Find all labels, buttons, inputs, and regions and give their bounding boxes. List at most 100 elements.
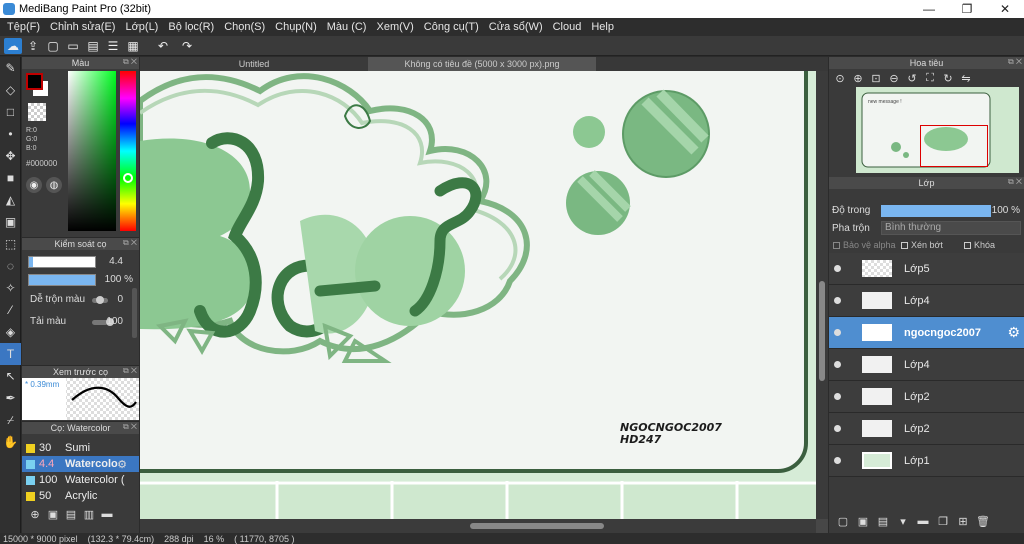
select-pen-icon[interactable]: ⁄ (0, 299, 21, 321)
menu-layer[interactable]: Lớp(L) (120, 21, 163, 33)
canvas-horizontal-scrollbar[interactable] (140, 519, 816, 533)
brush-item[interactable]: 30 Sumi (22, 440, 139, 456)
new-layer-8bit-icon[interactable]: ▣ (853, 513, 873, 529)
hand-icon[interactable]: ✋ (0, 431, 21, 453)
panel-window-icon[interactable]: ⧉ ✕ (123, 57, 137, 67)
zoom-fit-icon[interactable]: ⊙ (831, 70, 849, 86)
palette-icon[interactable]: ◉ (26, 177, 42, 193)
add-layer-menu-icon[interactable]: ▾ (893, 513, 913, 529)
new-brush-icon[interactable]: ▣ (44, 506, 62, 522)
brush-size-slider[interactable] (28, 256, 96, 268)
dot-icon[interactable]: • (0, 123, 21, 145)
new-layer-icon[interactable]: ▢ (833, 513, 853, 529)
comment-icon[interactable]: ▢ (44, 38, 62, 54)
add-brush-icon[interactable]: ⊕ (26, 506, 44, 522)
grid-icon[interactable]: ▦ (124, 38, 142, 54)
new-layer-1bit-icon[interactable]: ▤ (873, 513, 893, 529)
navigator-viewport-rect[interactable] (920, 125, 988, 167)
menu-file[interactable]: Tệp(F) (2, 21, 45, 33)
speech-bubble-icon[interactable]: ▭ (64, 38, 82, 54)
eyedropper-icon[interactable]: ⌿ (0, 409, 21, 431)
visibility-icon[interactable] (834, 425, 841, 432)
color-wheel-icon[interactable]: ◍ (46, 177, 62, 193)
layer-opacity-slider[interactable] (881, 205, 991, 217)
zoom-in-icon[interactable]: ⊕ (849, 70, 867, 86)
menu-help[interactable]: Help (586, 21, 619, 33)
layer-item[interactable]: Lớp4 (829, 285, 1024, 317)
gear-icon[interactable]: ⚙ (1007, 324, 1020, 341)
magic-wand-icon[interactable]: ✧ (0, 277, 21, 299)
operation-icon[interactable]: ↖ (0, 365, 21, 387)
layer-blend-select[interactable]: Bình thường (881, 221, 1021, 235)
navigator-preview[interactable]: new message ! (856, 87, 1019, 173)
panel-window-icon[interactable]: ⧉ ✕ (123, 366, 137, 376)
select-rect-icon[interactable]: ⬚ (0, 233, 21, 255)
dropper-icon[interactable]: ✒ (0, 387, 21, 409)
menu-select[interactable]: Chọn(S) (219, 21, 270, 33)
folder-icon[interactable]: ▬ (913, 513, 933, 529)
hue-knob[interactable] (123, 173, 133, 183)
maximize-button[interactable]: ❐ (948, 0, 986, 18)
undo-icon[interactable]: ↶ (152, 38, 174, 54)
tab-untitled[interactable]: Untitled (140, 57, 368, 71)
brush-control-scrollbar[interactable] (132, 288, 137, 338)
visibility-icon[interactable] (834, 361, 841, 368)
text-icon[interactable]: T (0, 343, 21, 365)
brush-item[interactable]: 100 Watercolor ( (22, 472, 139, 488)
eraser-icon[interactable]: ◇ (0, 79, 21, 101)
minimize-button[interactable]: — (910, 0, 948, 18)
visibility-icon[interactable] (834, 265, 841, 272)
transparent-color-swatch[interactable] (28, 103, 46, 121)
merge-layer-icon[interactable]: ⊞ (953, 513, 973, 529)
export-icon[interactable]: ⇪ (24, 38, 42, 54)
layer-item[interactable]: Lớp4 (829, 349, 1024, 381)
protect-alpha-checkbox[interactable]: Bảo vệ alpha (833, 240, 896, 250)
copy-brush-icon[interactable]: ▤ (62, 506, 80, 522)
close-button[interactable]: ✕ (986, 0, 1024, 18)
brush-item-selected[interactable]: 4.4 Watercolo ⚙ (22, 456, 139, 472)
clipping-checkbox[interactable]: Xén bớt (901, 240, 943, 250)
blend-knob[interactable] (96, 296, 104, 304)
visibility-icon[interactable] (834, 297, 841, 304)
foreground-color-swatch[interactable] (26, 73, 43, 90)
layer-item[interactable]: Lớp2 (829, 381, 1024, 413)
tab-active-document[interactable]: Không có tiêu đề (5000 x 3000 px).png (368, 57, 596, 71)
gear-icon[interactable]: ⚙ (117, 458, 127, 471)
delete-layer-icon[interactable]: 🗑 (973, 513, 993, 529)
flip-icon[interactable]: ⇋ (957, 70, 975, 86)
actual-size-icon[interactable]: ⊡ (867, 70, 885, 86)
redo-icon[interactable]: ↷ (176, 38, 198, 54)
visibility-icon[interactable] (834, 457, 841, 464)
menu-cloud[interactable]: Cloud (548, 21, 587, 33)
horizontal-scroll-thumb[interactable] (470, 523, 604, 529)
hue-slider[interactable] (120, 71, 136, 231)
brush-icon[interactable]: ✎ (0, 57, 21, 79)
layer-item-active[interactable]: ngocngoc2007 ⚙ (829, 317, 1024, 349)
saturation-value-picker[interactable] (68, 71, 116, 231)
canvas-vertical-scrollbar[interactable] (816, 71, 828, 519)
lasso-icon[interactable]: ◌ (0, 255, 21, 277)
folder-icon[interactable]: ▬ (98, 506, 116, 522)
canvas-artwork[interactable]: NGOCNGOC2007 HD247 (140, 71, 816, 519)
fit-window-icon[interactable]: ⛶ (921, 70, 939, 86)
brush-settings-icon[interactable]: ▥ (80, 506, 98, 522)
menu-tools[interactable]: Công cụ(T) (419, 21, 484, 33)
panel-window-icon[interactable]: ⧉ ✕ (1008, 177, 1022, 187)
vertical-scroll-thumb[interactable] (819, 281, 825, 381)
brush-item[interactable]: 50 Acrylic (22, 488, 139, 504)
panel-window-icon[interactable]: ⧉ ✕ (1008, 57, 1022, 67)
menu-color[interactable]: Màu (C) (322, 21, 372, 33)
rectangle-icon[interactable]: □ (0, 101, 21, 123)
menu-filter[interactable]: Bộ lọc(R) (163, 21, 219, 33)
page-icon[interactable]: ▤ (84, 38, 102, 54)
menu-edit[interactable]: Chỉnh sửa(E) (45, 21, 120, 33)
menu-view[interactable]: Xem(V) (371, 21, 418, 33)
gradient-icon[interactable]: ▣ (0, 211, 21, 233)
layer-item[interactable]: Lớp2 (829, 413, 1024, 445)
lock-checkbox[interactable]: Khóa (964, 240, 995, 250)
cloud-icon[interactable]: ☁ (4, 37, 22, 54)
duplicate-layer-icon[interactable]: ❐ (933, 513, 953, 529)
bucket-icon[interactable]: ◭ (0, 189, 21, 211)
menu-snap[interactable]: Chụp(N) (270, 21, 322, 33)
rotate-right-icon[interactable]: ↻ (939, 70, 957, 86)
